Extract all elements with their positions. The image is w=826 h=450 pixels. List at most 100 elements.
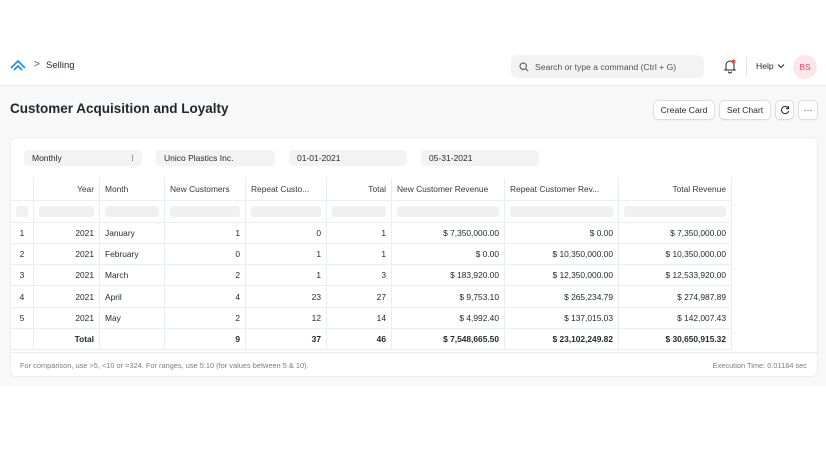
cell-repeat-customer-revenue[interactable]: $ 265,234.79 xyxy=(504,285,619,308)
cell-total-revenue[interactable]: $ 274,987.89 xyxy=(618,285,732,308)
table-row[interactable]: 3 2021 March 2 1 3 $ 183,920.00 $ 12,350,000.00… xyxy=(11,264,732,287)
cell-new-customers[interactable]: 2 xyxy=(164,264,246,287)
table-header-row: Year Month New Customers Repeat Custo...… xyxy=(11,178,732,201)
cell-month[interactable]: February xyxy=(99,243,165,266)
filter-input[interactable] xyxy=(251,205,321,217)
cell-total-revenue[interactable]: $ 7,350,000.00 xyxy=(618,222,732,244)
filter-cell xyxy=(504,200,619,223)
cell-total[interactable]: 27 xyxy=(326,285,392,308)
breadcrumb-selling[interactable]: Selling xyxy=(46,60,75,71)
table-row[interactable]: 1 2021 January 1 0 1 $ 7,350,000.00 $ 0.00 $ 7,3… xyxy=(11,222,732,244)
cell-total-revenue[interactable]: $ 142,007.43 xyxy=(618,307,732,329)
create-card-button[interactable]: Create Card xyxy=(653,100,715,120)
cell-new-customer-revenue[interactable]: $ 9,753.10 xyxy=(391,285,505,308)
report-table: Year Month New Customers Repeat Custo...… xyxy=(11,178,732,350)
period-select[interactable]: Monthly ⁝ xyxy=(24,150,142,166)
table-row[interactable]: 5 2021 May 2 12 14 $ 4,992.40 $ 137,015.03 $ 142… xyxy=(11,307,732,329)
to-date-filter[interactable]: 05-31-2021 xyxy=(421,150,539,166)
bottom-area xyxy=(0,386,826,450)
cell-repeat-customers[interactable]: 23 xyxy=(245,285,327,308)
filter-input[interactable] xyxy=(397,205,499,217)
cell-new-customers[interactable]: 0 xyxy=(164,243,246,266)
company-filter[interactable]: Unico Plastics Inc. xyxy=(156,150,275,166)
avatar[interactable]: BS xyxy=(793,55,817,79)
cell-repeat-customers[interactable]: 1 xyxy=(245,243,327,266)
row-number: 4 xyxy=(11,285,34,308)
cell-year[interactable]: 2021 xyxy=(33,285,100,308)
cell-new-customer-revenue[interactable]: $ 183,920.00 xyxy=(391,264,505,287)
cell-repeat-customers[interactable]: 1 xyxy=(245,264,327,287)
report-card: Monthly ⁝ Unico Plastics Inc. 01-01-2021… xyxy=(10,137,818,377)
cell-new-customer-revenue[interactable]: $ 0.00 xyxy=(391,243,505,266)
filter-cell xyxy=(99,200,165,223)
cell-year[interactable]: 2021 xyxy=(33,264,100,287)
cell-repeat-customer-revenue[interactable]: $ 0.00 xyxy=(504,222,619,244)
filter-cell xyxy=(245,200,327,223)
cell-month[interactable]: April xyxy=(99,285,165,308)
filter-input[interactable] xyxy=(170,205,240,217)
cell-total-revenue[interactable]: $ 12,533,920.00 xyxy=(618,264,732,287)
set-chart-button[interactable]: Set Chart xyxy=(719,100,771,120)
cell-repeat-customer-revenue[interactable]: $ 137,015.03 xyxy=(504,307,619,329)
refresh-icon xyxy=(780,106,789,115)
app-logo-icon[interactable] xyxy=(10,58,26,72)
cell-total-revenue[interactable]: $ 10,350,000.00 xyxy=(618,243,732,266)
totals-label: Total xyxy=(33,328,100,350)
search-bar[interactable] xyxy=(511,55,704,78)
column-header[interactable]: New Customer Revenue xyxy=(391,178,505,201)
filter-cell xyxy=(164,200,246,223)
help-dropdown[interactable]: Help xyxy=(756,61,785,71)
filter-input[interactable] xyxy=(332,205,386,217)
filter-checkbox[interactable] xyxy=(16,205,28,217)
page-title: Customer Acquisition and Loyalty xyxy=(10,101,229,116)
cell-repeat-customers[interactable]: 12 xyxy=(245,307,327,329)
from-date-filter[interactable]: 01-01-2021 xyxy=(289,150,407,166)
cell-new-customer-revenue[interactable]: $ 4,992.40 xyxy=(391,307,505,329)
row-number: 5 xyxy=(11,307,34,329)
cell-repeat-customers[interactable]: 0 xyxy=(245,222,327,244)
cell-year[interactable]: 2021 xyxy=(33,307,100,329)
column-header[interactable]: Repeat Customer Rev... xyxy=(504,178,619,201)
cell-total[interactable]: 1 xyxy=(326,222,392,244)
column-header[interactable]: New Customers xyxy=(164,178,246,201)
cell-year[interactable]: 2021 xyxy=(33,243,100,266)
cell-new-customers[interactable]: 1 xyxy=(164,222,246,244)
breadcrumb-separator: > xyxy=(34,59,40,70)
cell-total[interactable]: 3 xyxy=(326,264,392,287)
cell-new-customers[interactable]: 2 xyxy=(164,307,246,329)
refresh-button[interactable] xyxy=(775,100,794,120)
totals-repeat-revenue: $ 23,102,249.82 xyxy=(504,328,619,350)
row-number: 3 xyxy=(11,264,34,287)
column-header[interactable]: Month xyxy=(99,178,165,201)
cell-repeat-customer-revenue[interactable]: $ 12,350,000.00 xyxy=(504,264,619,287)
bell-icon[interactable] xyxy=(723,58,737,74)
more-icon: ··· xyxy=(803,105,813,115)
column-header[interactable]: Total Revenue xyxy=(618,178,732,201)
filter-help-note: For comparison, use >5, <10 or =324. For… xyxy=(20,361,309,370)
cell-year[interactable]: 2021 xyxy=(33,222,100,244)
filter-input[interactable] xyxy=(510,205,613,217)
cell-total[interactable]: 14 xyxy=(326,307,392,329)
cell-total[interactable]: 1 xyxy=(326,243,392,266)
select-indicator-icon: ⁝ xyxy=(131,152,134,163)
cell-month[interactable]: March xyxy=(99,264,165,287)
filter-input[interactable] xyxy=(105,205,159,217)
column-header[interactable]: Repeat Custo... xyxy=(245,178,327,201)
totals-month xyxy=(99,328,165,350)
filter-input[interactable] xyxy=(624,205,726,217)
row-number-header xyxy=(11,178,34,201)
totals-total-revenue: $ 30,650,915.32 xyxy=(618,328,732,350)
filter-input[interactable] xyxy=(39,205,94,217)
cell-new-customer-revenue[interactable]: $ 7,350,000.00 xyxy=(391,222,505,244)
table-row[interactable]: 2 2021 February 0 1 1 $ 0.00 $ 10,350,000.00 $ 1… xyxy=(11,243,732,266)
cell-new-customers[interactable]: 4 xyxy=(164,285,246,308)
cell-month[interactable]: January xyxy=(99,222,165,244)
cell-repeat-customer-revenue[interactable]: $ 10,350,000.00 xyxy=(504,243,619,266)
help-label: Help xyxy=(756,61,774,71)
search-input[interactable] xyxy=(535,61,695,72)
column-header[interactable]: Year xyxy=(33,178,100,201)
table-row[interactable]: 4 2021 April 4 23 27 $ 9,753.10 $ 265,234.79 $ 2… xyxy=(11,285,732,308)
more-button[interactable]: ··· xyxy=(798,100,818,120)
cell-month[interactable]: May xyxy=(99,307,165,329)
column-header[interactable]: Total xyxy=(326,178,392,201)
